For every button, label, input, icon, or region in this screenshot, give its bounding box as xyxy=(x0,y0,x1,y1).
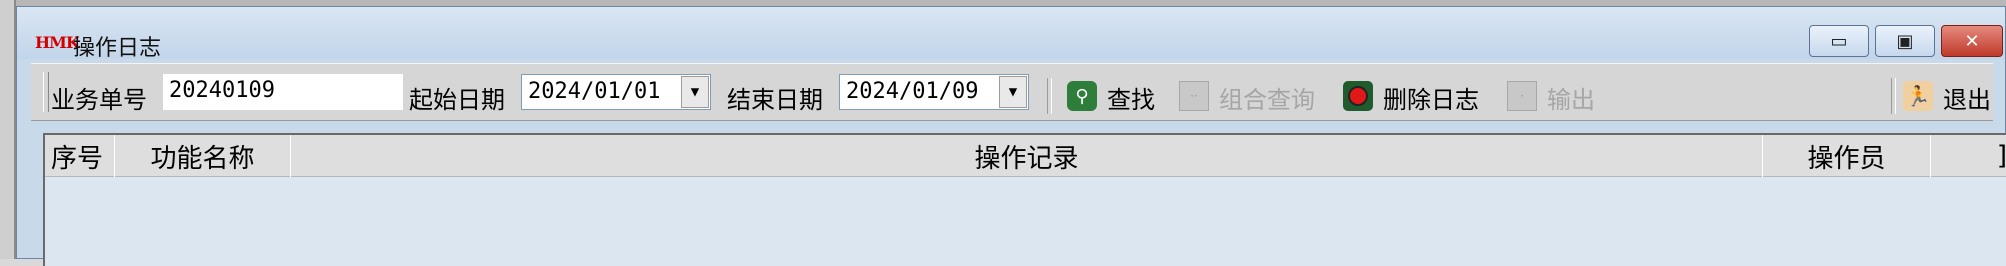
end-date-value: 2024/01/09 xyxy=(846,79,979,104)
order-no-label: 业务单号 xyxy=(51,86,147,114)
delete-log-icon[interactable] xyxy=(1343,81,1373,111)
column-header-index[interactable]: 序号 xyxy=(45,135,115,177)
toolbar-separator xyxy=(1047,78,1052,114)
table-header: 序号 功能名称 操作记录 操作员 ] xyxy=(45,135,2006,177)
toolbar-separator xyxy=(1891,78,1896,114)
end-date-dropdown-button[interactable]: ▼ xyxy=(999,76,1027,108)
start-date-dropdown-button[interactable]: ▼ xyxy=(681,76,709,108)
end-date-label: 结束日期 xyxy=(727,86,823,114)
toolbar-grip[interactable] xyxy=(43,72,49,112)
search-icon[interactable]: ⚲ xyxy=(1067,81,1097,111)
title-bar[interactable]: HMK 操作日志 ▭ ▣ ✕ xyxy=(17,7,2005,61)
close-button[interactable]: ✕ xyxy=(1941,25,2003,57)
export-icon[interactable]: · xyxy=(1507,81,1537,111)
search-button[interactable]: 查找 xyxy=(1107,80,1155,115)
toolbar: 业务单号 20240109 起始日期 2024/01/01 ▼ 结束日期 202… xyxy=(31,63,1993,121)
exit-icon[interactable]: 🏃 xyxy=(1903,81,1933,111)
combo-query-button[interactable]: 组合查询 xyxy=(1219,80,1315,115)
combo-query-icon[interactable]: ·· xyxy=(1179,81,1209,111)
minimize-button[interactable]: ▭ xyxy=(1809,25,1869,57)
column-header-function-name[interactable]: 功能名称 xyxy=(115,135,291,177)
background-frame-left xyxy=(0,0,16,259)
maximize-button[interactable]: ▣ xyxy=(1875,25,1935,57)
end-date-picker[interactable]: 2024/01/09 ▼ xyxy=(839,74,1029,110)
exit-button[interactable]: 退出 xyxy=(1943,80,1991,115)
column-header-operator[interactable]: 操作员 xyxy=(1763,135,1931,177)
minimize-icon: ▭ xyxy=(1830,30,1848,52)
start-date-label: 起始日期 xyxy=(409,86,505,114)
order-no-field[interactable]: 20240109 xyxy=(163,74,403,110)
column-header-operation-record[interactable]: 操作记录 xyxy=(291,135,1763,177)
window-title: 操作日志 xyxy=(73,36,162,61)
maximize-icon: ▣ xyxy=(1896,30,1914,52)
export-button[interactable]: 输出 xyxy=(1547,80,1595,115)
delete-log-button[interactable]: 删除日志 xyxy=(1383,80,1479,115)
column-header-truncated[interactable]: ] xyxy=(1931,135,2006,177)
start-date-value: 2024/01/01 xyxy=(528,79,661,104)
close-icon: ✕ xyxy=(1964,30,1980,52)
log-table[interactable]: 序号 功能名称 操作记录 操作员 ] xyxy=(43,133,2006,266)
start-date-picker[interactable]: 2024/01/01 ▼ xyxy=(521,74,711,110)
operation-log-window: HMK 操作日志 ▭ ▣ ✕ 业务单号 20240109 起始日期 2024/0… xyxy=(16,6,2006,266)
